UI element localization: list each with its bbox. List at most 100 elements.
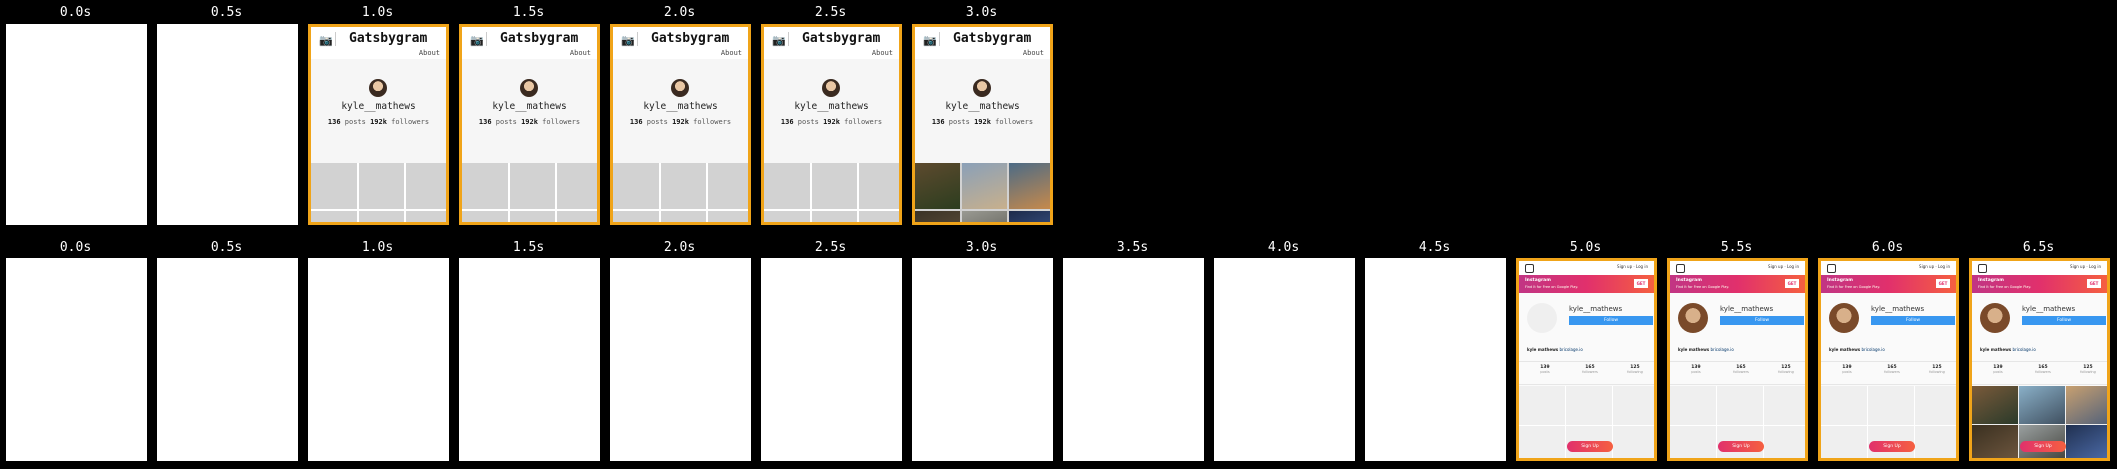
instagram-logo-icon[interactable]: [1525, 264, 1534, 273]
bio-link[interactable]: bricolage.io: [2012, 347, 2035, 352]
get-button[interactable]: GET: [1936, 279, 1950, 288]
grid-divider: [508, 163, 510, 222]
get-button[interactable]: GET: [1634, 279, 1648, 288]
timestamp-label: 0.5s: [210, 5, 243, 20]
stat-item: 139 posts: [1978, 365, 2018, 374]
timestamp-label: 4.0s: [1267, 240, 1300, 255]
filmstrip-frame: 1.5s 📷 Gatsbygram About kyle__mathews 136 pos…: [453, 0, 604, 234]
follow-button[interactable]: Follow: [2022, 316, 2106, 325]
frame-thumbnail: [459, 258, 600, 461]
frame-thumbnail: [912, 258, 1053, 461]
username: kyle__mathews: [794, 101, 869, 112]
photo-tile[interactable]: [915, 163, 960, 209]
header-divider: [637, 32, 638, 46]
username: kyle__mathews: [945, 101, 1020, 112]
photo-grid: [915, 163, 1050, 222]
camera-icon[interactable]: 📷: [319, 34, 333, 47]
avatar: [973, 79, 991, 97]
site-title: Gatsbygram: [802, 31, 881, 46]
username: kyle__mathews: [1871, 305, 1925, 313]
frame-thumbnail: [1063, 258, 1204, 461]
stat-item: 125 following: [1615, 365, 1654, 374]
signup-button[interactable]: Sign Up: [1718, 441, 1764, 452]
instagram-logo-icon[interactable]: [1978, 264, 1987, 273]
auth-links[interactable]: Sign up · Log in: [2070, 264, 2101, 269]
camera-icon[interactable]: 📷: [621, 34, 635, 47]
grid-divider: [555, 163, 557, 222]
header-divider: [788, 32, 789, 46]
about-link[interactable]: About: [872, 49, 893, 57]
frame-thumbnail: Sign up · Log in Instagram Find It for Fre…: [1969, 258, 2110, 461]
followers-count: 192k: [823, 118, 840, 126]
photo-tile[interactable]: [2019, 386, 2065, 424]
stat-label: posts: [1540, 370, 1550, 374]
followers-label: followers: [844, 118, 883, 126]
grid-divider: [706, 163, 708, 222]
filmstrip-frame: 0.0s: [0, 235, 151, 469]
photo-tile[interactable]: [1972, 425, 2018, 458]
banner-subtitle: Find It for Free on Google Play.: [1525, 285, 1579, 289]
auth-links[interactable]: Sign up · Log in: [1768, 264, 1799, 269]
photo-tile[interactable]: [1009, 211, 1050, 222]
camera-icon[interactable]: 📷: [772, 34, 786, 47]
follow-button[interactable]: Follow: [1720, 316, 1804, 325]
photo-tile[interactable]: [2066, 386, 2107, 424]
stat-item: 165 followers: [1721, 365, 1761, 374]
follow-button[interactable]: Follow: [1569, 316, 1653, 325]
signup-button[interactable]: Sign Up: [1869, 441, 1915, 452]
auth-links[interactable]: Sign up · Log in: [1617, 264, 1648, 269]
get-button[interactable]: GET: [1785, 279, 1799, 288]
instagram-logo-icon[interactable]: [1827, 264, 1836, 273]
filmstrip-frame: 3.0s: [906, 235, 1057, 469]
about-link[interactable]: About: [721, 49, 742, 57]
bio-link[interactable]: bricolage.io: [1861, 347, 1884, 352]
camera-icon[interactable]: 📷: [923, 34, 937, 47]
camera-icon[interactable]: 📷: [470, 34, 484, 47]
stat-label: following: [1929, 370, 1945, 374]
posts-count: 136: [629, 118, 643, 126]
photo-tile[interactable]: [915, 211, 960, 222]
frame-thumbnail: [157, 24, 298, 225]
timestamp-label: 2.0s: [663, 5, 696, 20]
photo-tile[interactable]: [2066, 425, 2107, 458]
about-link[interactable]: About: [419, 49, 440, 57]
follow-button[interactable]: Follow: [1871, 316, 1955, 325]
filmstrip-frame: 6.0s Sign up · Log in Instagram Find It for…: [1812, 235, 1963, 469]
photo-tile[interactable]: [962, 211, 1007, 222]
photo-tile[interactable]: [962, 163, 1007, 209]
posts-label: posts: [948, 118, 970, 126]
timestamp-label: 2.0s: [663, 240, 696, 255]
avatar: [1980, 303, 2010, 333]
stat-label: following: [1627, 370, 1643, 374]
signup-button[interactable]: Sign Up: [2020, 441, 2066, 452]
timestamp-label: 1.0s: [361, 240, 394, 255]
about-link[interactable]: About: [1023, 49, 1044, 57]
posts-label: posts: [495, 118, 517, 126]
profile-stats: 136 posts 192k followers: [311, 118, 446, 126]
auth-links[interactable]: Sign up · Log in: [1919, 264, 1950, 269]
get-button[interactable]: GET: [2087, 279, 2101, 288]
frame-thumbnail: [1214, 258, 1355, 461]
username: kyle__mathews: [1569, 305, 1623, 313]
timestamp-label: 1.5s: [512, 240, 545, 255]
stat-label: posts: [1993, 370, 2003, 374]
about-link[interactable]: About: [570, 49, 591, 57]
instagram-page: Sign up · Log in Instagram Find It for Fre…: [1519, 261, 1654, 458]
stat-label: posts: [1842, 370, 1852, 374]
stat-item: 165 followers: [2023, 365, 2063, 374]
stat-item: 125 following: [1917, 365, 1956, 374]
signup-button[interactable]: Sign Up: [1567, 441, 1613, 452]
bio-link[interactable]: bricolage.io: [1710, 347, 1733, 352]
frame-thumbnail: 📷 Gatsbygram About kyle__mathews 136 posts 1…: [912, 24, 1053, 225]
photo-tile[interactable]: [1009, 163, 1050, 209]
filmstrip-frame: 0.5s: [151, 0, 302, 234]
photo-tile[interactable]: [1972, 386, 2018, 424]
bio: kyle mathews bricolage.io: [1829, 347, 1885, 352]
gatsbygram-page: 📷 Gatsbygram About kyle__mathews 136 posts 1…: [764, 27, 899, 222]
grid-divider: [1565, 386, 1566, 458]
grid-divider: [1867, 386, 1868, 458]
followers-label: followers: [995, 118, 1034, 126]
bio-link[interactable]: bricolage.io: [1559, 347, 1582, 352]
instagram-logo-icon[interactable]: [1676, 264, 1685, 273]
frame-thumbnail: 📷 Gatsbygram About kyle__mathews 136 posts 1…: [308, 24, 449, 225]
